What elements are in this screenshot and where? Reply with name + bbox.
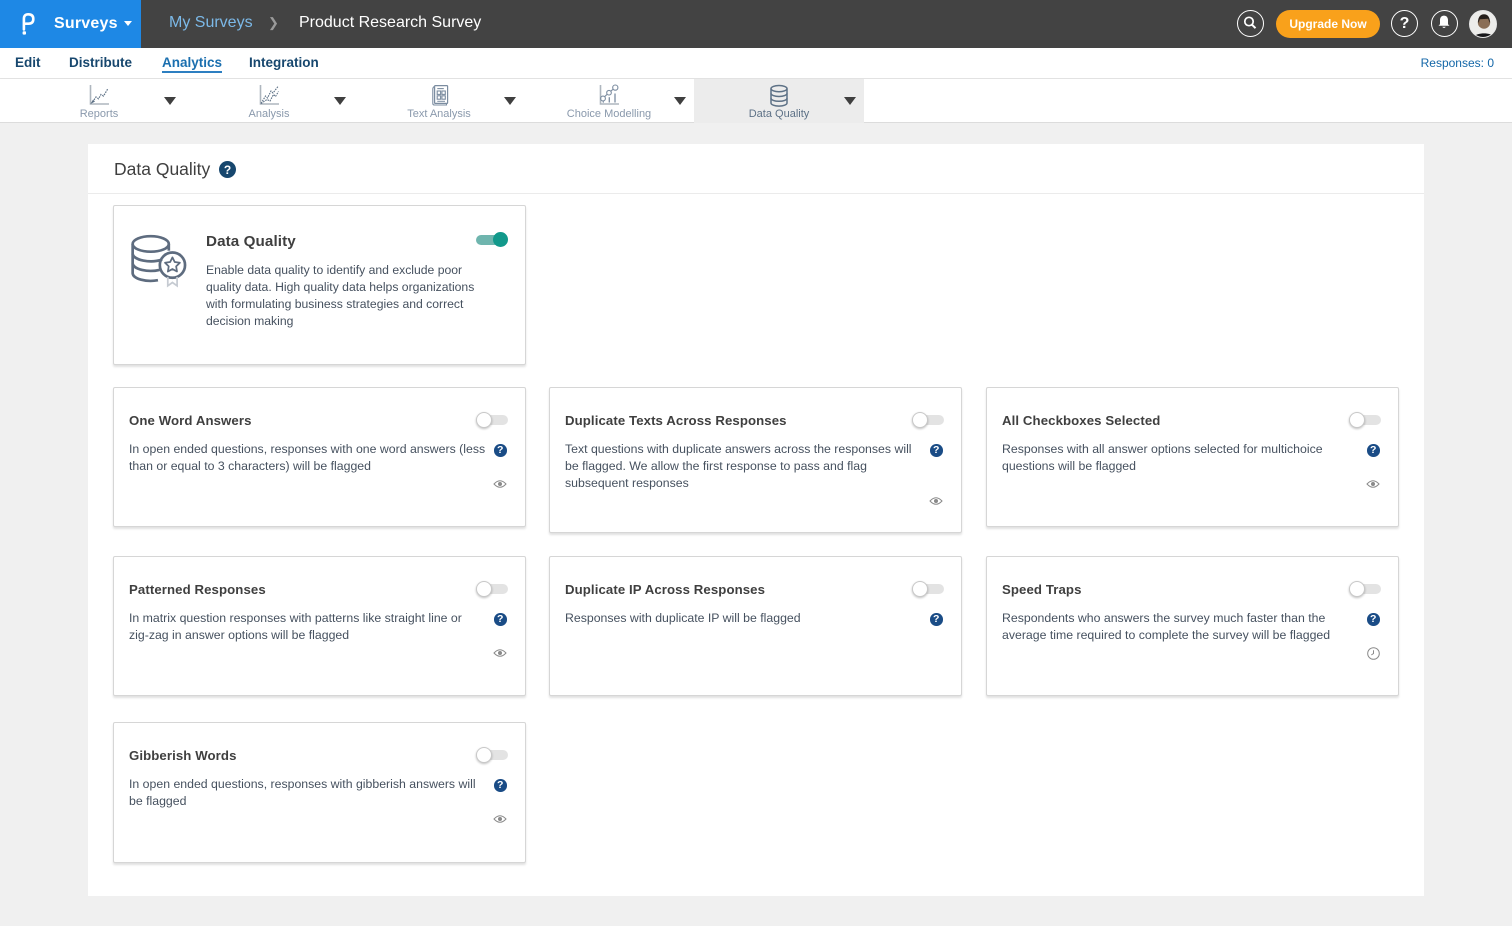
svg-text:?: ? (224, 163, 231, 177)
